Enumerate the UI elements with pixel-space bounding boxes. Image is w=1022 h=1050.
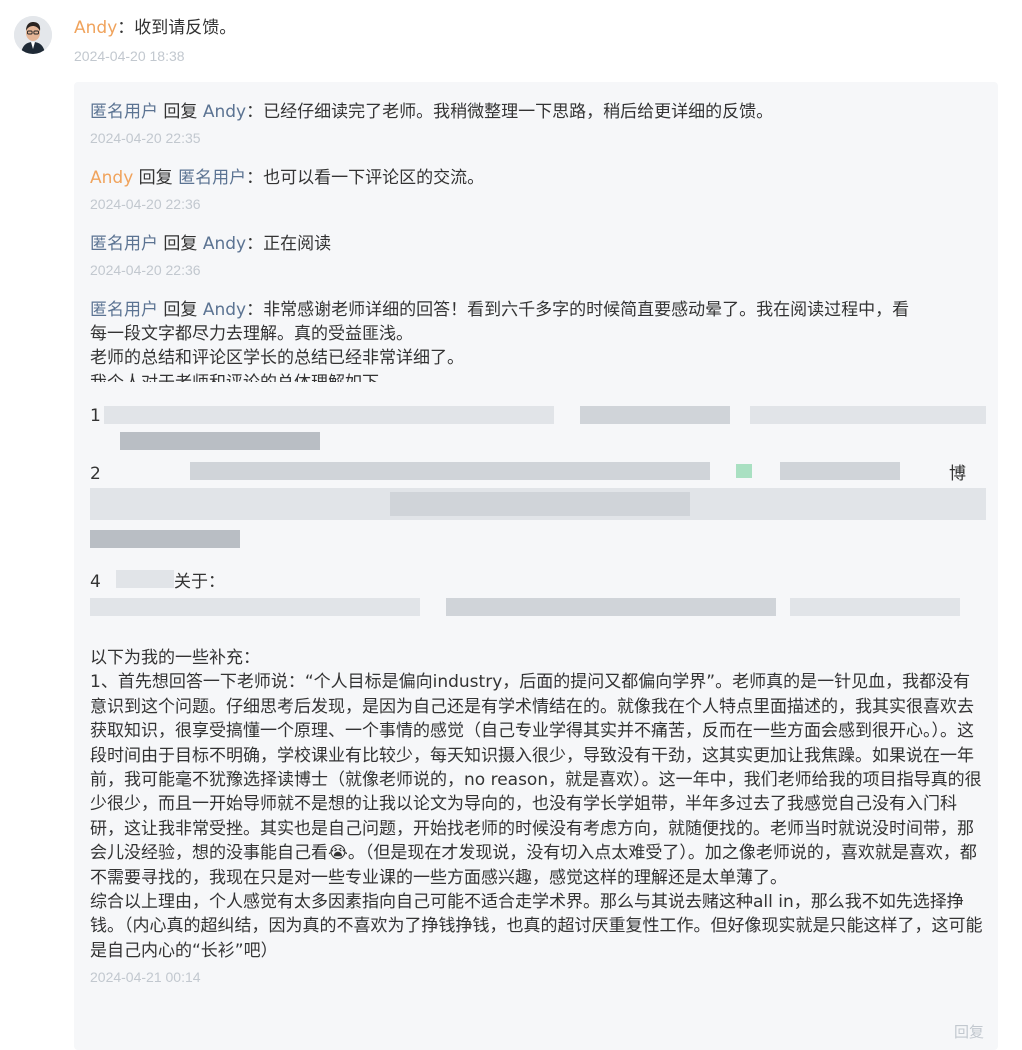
reply-text-line4-cut: 我个人对于老师和评论的总体理解如下: [90, 371, 986, 382]
reply-author[interactable]: 匿名用户: [90, 300, 158, 320]
reply-item: 匿名用户 回复 Andy：已经仔细读完了老师。我稍微整理一下思路，稍后给更详细的…: [90, 100, 986, 148]
blur-block: [116, 570, 174, 588]
blur-block: [446, 598, 776, 616]
reply-paragraphs: 以下为我的一些补充： 1、首先想回答一下老师说：“个人目标是偏向industry…: [90, 646, 986, 987]
reply-word: 回复: [138, 168, 173, 188]
list-tail: 博: [949, 464, 966, 484]
reply-target[interactable]: 匿名用户: [178, 168, 246, 188]
paragraph: 以下为我的一些补充：: [90, 648, 260, 668]
comment-timestamp: 2024-04-20 18:38: [74, 48, 185, 64]
separator: ：: [246, 234, 264, 254]
reply-author[interactable]: Andy: [90, 168, 133, 188]
blur-block: [104, 406, 554, 424]
blur-block: [120, 432, 320, 450]
reply-text: 也可以看一下评论区的交流。: [263, 168, 485, 188]
reply-timestamp: 2024-04-20 22:35: [90, 130, 201, 146]
reply-author[interactable]: 匿名用户: [90, 234, 158, 254]
author-name[interactable]: Andy: [74, 18, 117, 38]
blur-block: [580, 406, 730, 424]
reply-text: 正在阅读: [263, 234, 332, 254]
reply-item: 匿名用户 回复 Andy：正在阅读 2024-04-20 22:36: [90, 232, 986, 280]
blur-block: [780, 462, 900, 480]
reply-target[interactable]: Andy: [203, 300, 246, 320]
reply-word: 回复: [163, 234, 198, 254]
replies-panel: 匿名用户 回复 Andy：已经仔细读完了老师。我稍微整理一下思路，稍后给更详细的…: [74, 82, 998, 1050]
blur-block: [736, 464, 752, 478]
separator: ：: [246, 300, 264, 320]
blur-block: [190, 462, 710, 480]
reply-text-line1: 非常感谢老师详细的回答！看到六千多字的时候简直要感动晕了。我在阅读过程中，看: [263, 300, 910, 320]
list-tail: 关于：: [174, 572, 225, 592]
reply-target[interactable]: Andy: [203, 102, 246, 122]
reply-item: Andy 回复 匿名用户：也可以看一下评论区的交流。 2024-04-20 22…: [90, 166, 986, 214]
blurred-content: 1 2 博 4 关于：: [90, 402, 986, 632]
list-number: 4: [90, 572, 101, 592]
separator: ：: [117, 18, 135, 38]
reply-text-line3: 老师的总结和评论区学长的总结已经非常详细了。: [90, 348, 464, 369]
blur-block: [390, 492, 690, 516]
separator: ：: [246, 102, 264, 122]
reply-author[interactable]: 匿名用户: [90, 102, 158, 122]
comment-line: Andy：收到请反馈。: [74, 16, 994, 40]
blur-block: [750, 406, 986, 424]
avatar-photo: [14, 16, 52, 54]
paragraph: 1、首先想回答一下老师说：“个人目标是偏向industry，后面的提问又都偏向学…: [90, 672, 982, 888]
reply-target[interactable]: Andy: [203, 234, 246, 254]
reply-text-line2: 每一段文字都尽力去理解。真的受益匪浅。: [90, 324, 413, 344]
avatar[interactable]: [14, 16, 52, 54]
separator: ：: [246, 168, 264, 188]
reply-timestamp: 2024-04-21 00:14: [90, 969, 201, 986]
reply-word: 回复: [163, 300, 198, 320]
reply-timestamp: 2024-04-20 22:36: [90, 196, 201, 212]
reply-button[interactable]: 回复: [954, 1021, 984, 1042]
blur-block: [90, 598, 420, 616]
reply-text: 已经仔细读完了老师。我稍微整理一下思路，稍后给更详细的反馈。: [263, 102, 774, 122]
top-comment: Andy：收到请反馈。 2024-04-20 18:38: [74, 16, 994, 66]
paragraph: 综合以上理由，个人感觉有太多因素指向自己可能不适合走学术界。那么与其说去赌这种a…: [90, 892, 983, 961]
reply-item-long: 匿名用户 回复 Andy：非常感谢老师详细的回答！看到六千多字的时候简直要感动晕…: [90, 298, 986, 382]
comment-text: 收到请反馈。: [134, 18, 237, 38]
list-number: 1: [90, 406, 101, 426]
reply-word: 回复: [163, 102, 198, 122]
blur-block: [790, 598, 960, 616]
reply-timestamp: 2024-04-20 22:36: [90, 262, 201, 278]
list-number: 2: [90, 464, 101, 484]
blur-block: [90, 530, 240, 548]
